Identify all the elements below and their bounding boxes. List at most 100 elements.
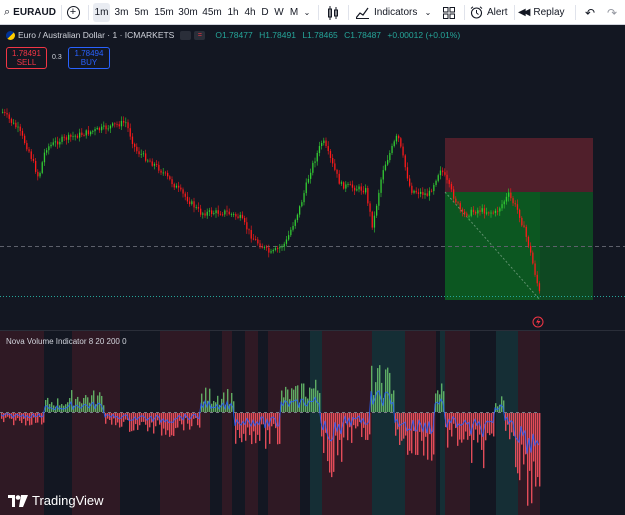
candle-body (127, 122, 129, 129)
candle-body (479, 210, 481, 212)
candle-body (360, 186, 362, 191)
candle-body (312, 162, 314, 173)
sell-button[interactable]: 1.78491 SELL (6, 47, 47, 69)
candle-body (76, 135, 79, 138)
candle-body (497, 210, 499, 212)
volume-bar (311, 388, 313, 412)
candle-body (349, 184, 351, 185)
volume-bar (407, 413, 409, 455)
volume-bar (131, 413, 133, 432)
candle-body (235, 214, 237, 217)
candle-body (530, 245, 532, 253)
candle-body (334, 163, 336, 170)
spread-value: 0.3 (52, 54, 62, 61)
candle-body (468, 215, 470, 217)
volume-bar (121, 413, 123, 427)
candle-body (244, 218, 246, 223)
candle-body (52, 142, 54, 145)
candle-body (233, 214, 235, 215)
volume-bar (47, 397, 49, 412)
volume-bar (309, 387, 311, 412)
volume-bar (209, 388, 211, 412)
candle-body (17, 126, 19, 128)
candle-body (332, 157, 334, 164)
volume-bar (285, 386, 287, 412)
volume-bar (77, 396, 79, 412)
candle-body (94, 129, 96, 132)
candle-body (288, 235, 290, 240)
volume-bar (197, 413, 199, 426)
candle-body (59, 141, 61, 145)
candle-body (193, 201, 195, 208)
candle-body (384, 164, 387, 171)
candle-body (351, 184, 354, 188)
candle-body (321, 143, 323, 147)
candle-body (32, 158, 35, 161)
volume-bar (93, 390, 95, 412)
candle-body (21, 130, 24, 136)
volume-bar (301, 383, 303, 412)
candle-body (24, 135, 26, 144)
volume-bar (153, 413, 155, 434)
candle-body (301, 202, 303, 207)
candle-body (466, 213, 468, 216)
candle-body (358, 186, 360, 190)
volume-bar (351, 413, 353, 443)
candle-body (261, 247, 263, 249)
volume-bar (423, 413, 425, 456)
candle-body (248, 229, 250, 231)
volume-bar (523, 413, 525, 465)
candle-body (270, 251, 272, 253)
candle-body (145, 153, 147, 161)
symbol-description: Euro / Australian Dollar · 1 · ICMARKETS (18, 30, 175, 40)
candle-body (228, 211, 230, 215)
volume-bar (467, 413, 469, 440)
candle-body (175, 185, 178, 188)
candle-body (457, 202, 459, 204)
candle-body (19, 126, 21, 131)
volume-bar (495, 403, 497, 412)
candle-body (213, 213, 215, 215)
volume-bar (99, 392, 101, 412)
price-chart[interactable] (0, 0, 625, 515)
candle-body (354, 187, 356, 191)
volume-bar (389, 372, 391, 412)
buy-button[interactable]: 1.78494 BUY (68, 47, 110, 69)
candle-body (446, 174, 448, 180)
candle-body (63, 136, 65, 138)
candle-body (329, 151, 332, 158)
volume-bar (441, 383, 443, 412)
candle-body (431, 190, 433, 192)
candle-body (283, 243, 285, 247)
volume-bar (361, 413, 363, 438)
candle-body (453, 189, 455, 199)
candle-body (367, 188, 369, 204)
volume-bar (147, 413, 149, 432)
candle-body (171, 179, 173, 185)
legend-menu-icon[interactable]: = (194, 30, 206, 40)
candle-body (508, 192, 510, 197)
candle-body (404, 155, 406, 168)
candle-body (268, 247, 270, 253)
candle-body (409, 178, 411, 186)
legend-eye-icon[interactable] (180, 30, 192, 40)
volume-bar (17, 413, 19, 419)
volume-bar (57, 398, 59, 412)
volume-bar (381, 382, 383, 412)
volume-bar (231, 392, 233, 412)
candle-body (200, 208, 202, 215)
candle-body (336, 169, 338, 174)
candle-body (173, 184, 175, 188)
tradingview-logo[interactable]: TradingView (8, 493, 104, 508)
candle-body (105, 125, 107, 130)
close-value: C1.78487 (344, 30, 382, 40)
candle-body (147, 160, 149, 162)
candle-body (167, 172, 169, 177)
volume-bar (19, 413, 21, 421)
change-value: +0.00012 (+0.01%) (387, 30, 461, 40)
candle-body (362, 190, 365, 193)
candle-body (68, 134, 70, 140)
ohlc-values: O1.78477 H1.78491 L1.78465 C1.78487 +0.0… (215, 30, 464, 40)
candle-body (490, 212, 492, 214)
volume-bar (457, 413, 459, 446)
